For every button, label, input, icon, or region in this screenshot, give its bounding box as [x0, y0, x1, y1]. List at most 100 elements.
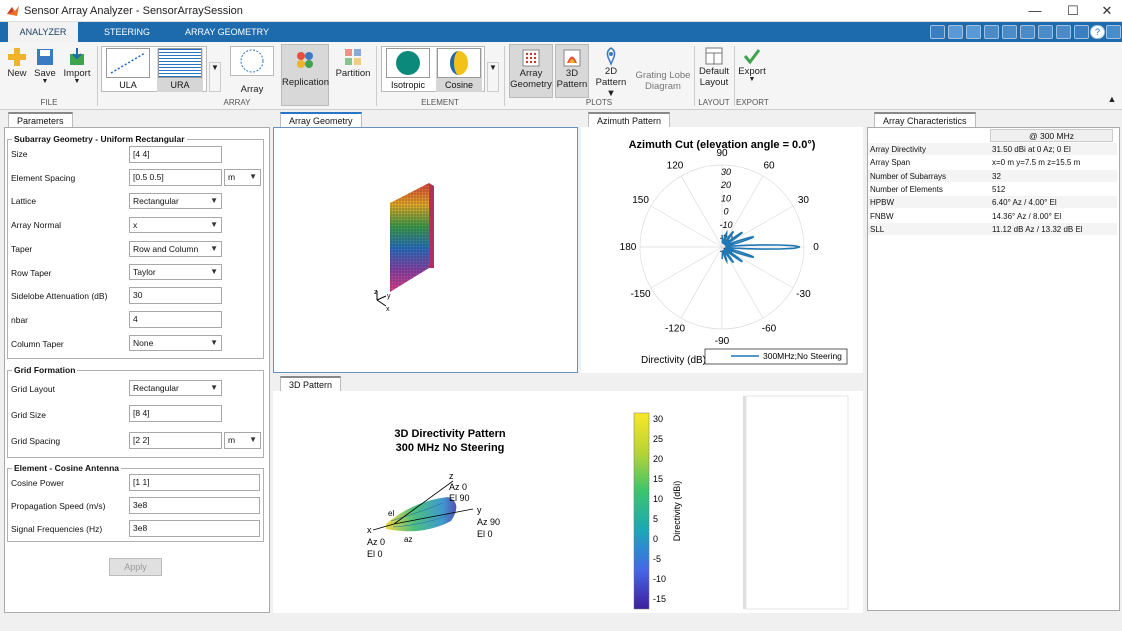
characteristic-name: FNBW [870, 211, 894, 221]
cosine-label: Cosine [444, 80, 473, 90]
qat-copy-icon[interactable] [1002, 25, 1017, 39]
export-group-label: EXPORT [736, 98, 769, 107]
characteristic-value: 11.12 dB Az / 13.32 dB El [992, 224, 1083, 234]
2d-pattern-plot-button[interactable]: 2D Pattern ▼ [593, 46, 629, 99]
qat-paste-icon[interactable] [1020, 25, 1035, 39]
qat-save-icon[interactable] [948, 25, 963, 39]
lattice-select[interactable]: Rectangular ▼ [129, 193, 222, 209]
help-icon[interactable]: ? [1090, 25, 1105, 39]
3d-side-area [745, 395, 849, 610]
polar-angle-label: -150 [631, 289, 651, 300]
grid-spacing-label: Grid Spacing [11, 436, 61, 446]
partition-label: Partition [335, 68, 371, 79]
tab-3d-pattern[interactable]: 3D Pattern [280, 376, 342, 392]
export-button[interactable]: Export ▼ [736, 46, 768, 83]
array-geometry-grid-icon [522, 49, 540, 67]
element-group-title: Element - Cosine Antenna [12, 463, 122, 473]
characteristics-row: HPBW 6.40° Az / 4.00° El [868, 196, 1117, 210]
array-geometry-label-1: Array [519, 68, 543, 79]
array-gallery-dropdown[interactable]: ▼ [209, 62, 221, 92]
size-field[interactable]: [4 4] [129, 146, 222, 163]
apply-button[interactable]: Apply [109, 558, 162, 576]
grid-spacing-field[interactable]: [2 2] [129, 432, 222, 449]
column-taper-select[interactable]: None ▼ [129, 335, 222, 351]
polar-radial-label: 0 [723, 207, 728, 217]
sidelobe-attenuation-label: Sidelobe Attenuation (dB) [11, 291, 108, 301]
3d-z-az: Az 0 [449, 482, 467, 492]
characteristics-row: Array Directivity 31.50 dBi at 0 Az; 0 El [868, 143, 1117, 156]
propagation-speed-field[interactable]: 3e8 [129, 497, 260, 514]
taper-select[interactable]: Row and Column ▼ [129, 241, 222, 257]
array-normal-select[interactable]: x ▼ [129, 217, 222, 233]
taper-label: Taper [11, 244, 33, 254]
grid-size-field[interactable]: [8 4] [129, 405, 222, 422]
polar-angle-label: 90 [716, 148, 728, 159]
grid-layout-select[interactable]: Rectangular ▼ [129, 380, 222, 396]
tab-array-characteristics[interactable]: Array Characteristics [874, 112, 976, 128]
array-geometry-plot-button[interactable]: Array Geometry [509, 44, 553, 98]
grating-label-2: Diagram [645, 81, 681, 92]
ura-option[interactable]: URA [157, 48, 203, 92]
tab-azimuth-pattern[interactable]: Azimuth Pattern [588, 112, 671, 128]
collapse-ribbon-icon[interactable]: ▲ [1106, 94, 1118, 104]
save-button[interactable]: Save ▼ [32, 46, 58, 85]
colorbar [633, 412, 650, 610]
axis-x-label: x [386, 306, 390, 313]
default-layout-button[interactable]: Default Layout [697, 46, 731, 88]
import-button[interactable]: Import ▼ [60, 46, 94, 85]
sidelobe-attenuation-field[interactable]: 30 [129, 287, 222, 304]
row-taper-value: Taylor [133, 267, 156, 277]
layout-group-label: LAYOUT [698, 98, 730, 107]
qat-undo-icon[interactable] [1038, 25, 1053, 39]
tab-analyzer[interactable]: ANALYZER [8, 22, 78, 42]
tab-steering[interactable]: STEERING [96, 22, 158, 42]
polar-angle-label: -60 [762, 323, 777, 334]
colorbar-tick-label: 25 [653, 434, 663, 444]
default-layout-label-2: Layout [699, 77, 729, 88]
grid-spacing-unit-select[interactable]: m ▼ [224, 432, 261, 449]
qat-window-icon[interactable] [1074, 25, 1089, 39]
qat-dropdown-icon[interactable] [1106, 25, 1121, 39]
isotropic-option[interactable]: Isotropic [385, 48, 431, 92]
new-button[interactable]: New [4, 46, 30, 79]
3d-x-label: x [367, 525, 372, 535]
3d-pattern-plot-button[interactable]: 3D Pattern [555, 44, 589, 98]
qat-save-icon-2[interactable] [966, 25, 981, 39]
plots-group-label: PLOTS [585, 98, 613, 107]
tab-array-geometry-plot[interactable]: Array Geometry [280, 112, 362, 128]
tab-array-geometry[interactable]: ARRAY GEOMETRY [180, 22, 274, 42]
new-plus-icon [8, 48, 26, 66]
characteristics-header: @ 300 MHz [990, 129, 1113, 142]
qat-layout-icon[interactable] [930, 25, 945, 39]
cosine-option[interactable]: Cosine [436, 48, 482, 92]
radial-axis-label: Directivity (dB) [641, 355, 706, 366]
lattice-value: Rectangular [133, 196, 179, 206]
column-taper-value: None [133, 338, 154, 348]
ula-label: ULA [119, 80, 137, 90]
replication-button[interactable]: Replication [281, 44, 329, 106]
lattice-label: Lattice [11, 196, 37, 206]
3d-y-label: y [477, 505, 482, 515]
qat-redo-icon[interactable] [1056, 25, 1071, 39]
element-spacing-field[interactable]: [0.5 0.5] [129, 169, 222, 186]
ula-option[interactable]: ULA [105, 48, 151, 92]
element-gallery-dropdown[interactable]: ▼ [487, 62, 499, 92]
grating-lobe-diagram-button[interactable]: Grating Lobe Diagram [634, 70, 692, 92]
row-taper-select[interactable]: Taylor ▼ [129, 264, 222, 280]
2d-pattern-label-2: Pattern [595, 77, 627, 88]
element-spacing-unit-select[interactable]: m ▼ [224, 169, 261, 186]
3d-x-az: Az 0 [367, 537, 385, 547]
array-option[interactable]: Array [228, 46, 276, 95]
maximize-button[interactable]: ☐ [1054, 0, 1092, 22]
signal-frequencies-field[interactable]: 3e8 [129, 520, 260, 537]
polar-radial-label: -10 [719, 220, 732, 230]
qat-cut-icon[interactable] [984, 25, 999, 39]
polar-radial-label: 20 [720, 180, 731, 190]
azimuth-polar-plot: Azimuth Cut (elevation angle = 0.0°) 030… [620, 139, 848, 366]
close-button[interactable]: ✕ [1088, 0, 1122, 22]
minimize-button[interactable]: — [1016, 0, 1054, 22]
cosine-power-field[interactable]: [1 1] [129, 474, 260, 491]
partition-button[interactable]: Partition [333, 46, 373, 79]
tab-parameters[interactable]: Parameters [8, 112, 73, 128]
nbar-field[interactable]: 4 [129, 311, 222, 328]
